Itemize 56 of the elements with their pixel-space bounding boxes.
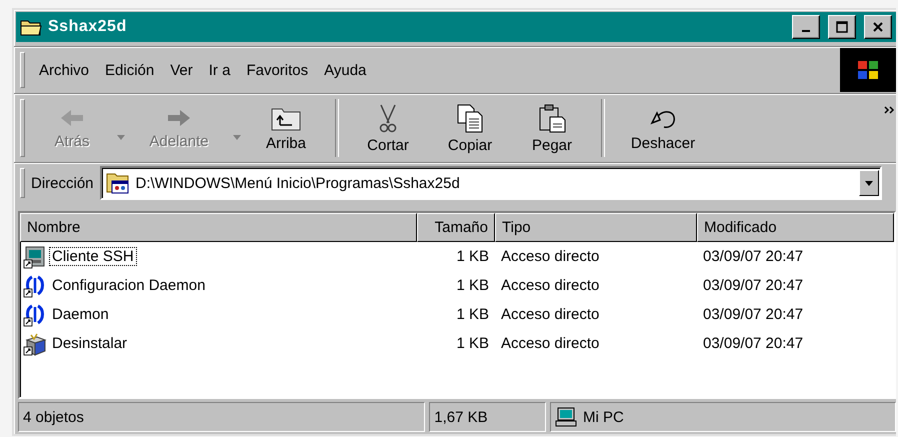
table-cell-text: 03/09/07 20:47 (702, 306, 804, 323)
column-header[interactable]: Nombre (20, 213, 417, 242)
zone-label: Mi PC (583, 408, 624, 426)
table-cell-text: Acceso directo (500, 248, 600, 265)
folder-icon (20, 18, 42, 36)
table-cell-text: 03/09/07 20:47 (702, 248, 804, 265)
table-cell-text: 1 KB (455, 335, 490, 352)
menu-item[interactable]: Favoritos (238, 62, 316, 78)
table-cell-text: Acceso directo (500, 277, 600, 294)
toolbar-button[interactable]: Arriba (245, 102, 327, 154)
table-cell-text: 03/09/07 20:47 (702, 277, 804, 294)
close-icon (872, 21, 884, 33)
folder-icon (106, 172, 130, 194)
copy-icon (456, 102, 484, 132)
object-count: 4 objetos (23, 408, 84, 426)
menu-item[interactable]: Ir a (200, 62, 238, 78)
chevron-icon[interactable] (884, 106, 896, 114)
toolbar-button[interactable]: Cortar (347, 100, 429, 156)
address-field[interactable]: D:\WINDOWS\Menú Inicio\Programas\Sshax25d (100, 166, 882, 200)
dropdown-button[interactable] (859, 170, 879, 196)
table-cell-text: Acceso directo (500, 306, 600, 323)
menu-item[interactable]: Ayuda (316, 62, 374, 78)
minimize-button[interactable] (792, 15, 820, 39)
minimize-icon (802, 30, 810, 32)
dropdown-icon (865, 180, 873, 186)
table-cell-text: 1 KB (455, 306, 490, 323)
toolbar-button[interactable]: Deshacer (613, 102, 713, 154)
file-name[interactable]: Cliente SSH (49, 247, 137, 266)
daemon-shortcut-icon (23, 302, 47, 326)
toolbar-button[interactable]: Copiar (429, 100, 511, 156)
table-cell-text: 1 KB (455, 277, 490, 294)
file-name[interactable]: Configuracion Daemon (49, 276, 208, 295)
computer-icon (555, 407, 577, 427)
menu-item[interactable]: Ver (162, 62, 201, 78)
windows-logo-icon (840, 48, 896, 92)
column-header[interactable]: Tamaño (417, 213, 495, 242)
table-cell-text: 1 KB (455, 248, 490, 265)
terminal-shortcut-icon (23, 244, 47, 268)
column-header[interactable]: Tipo (495, 213, 697, 242)
table-cell-text: Acceso directo (500, 335, 600, 352)
menu-item[interactable]: Archivo (31, 62, 98, 78)
file-name[interactable]: Desinstalar (49, 334, 130, 353)
toolbar-button[interactable]: Pegar (511, 100, 593, 156)
address-label: Dirección (31, 174, 95, 192)
window-title: Sshax25d (48, 18, 128, 36)
table-cell-text: 03/09/07 20:47 (702, 335, 804, 352)
close-button[interactable] (864, 15, 892, 39)
file-name[interactable]: Daemon (49, 305, 112, 324)
maximize-button[interactable] (828, 15, 856, 39)
clipboard-icon (538, 102, 566, 132)
box-shortcut-icon (23, 332, 47, 356)
maximize-icon (836, 21, 848, 33)
total-size: 1,67 KB (434, 408, 488, 426)
menu-item[interactable]: Edición (97, 62, 162, 78)
daemon-shortcut-icon (23, 274, 47, 298)
column-header[interactable]: Modificado (697, 213, 894, 242)
